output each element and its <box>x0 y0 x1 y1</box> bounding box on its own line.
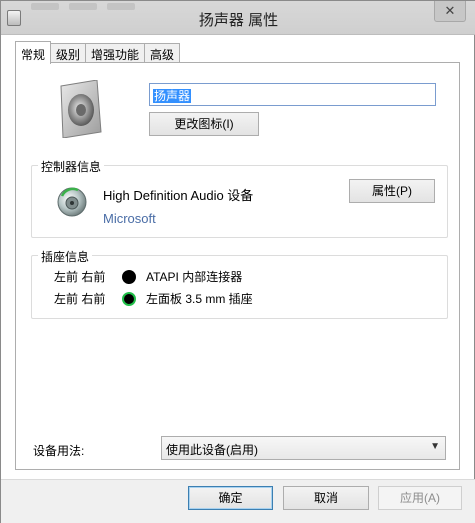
controller-properties-button[interactable]: 属性(P) <box>349 179 435 203</box>
device-name-value: 扬声器 <box>153 89 192 103</box>
tab-advanced[interactable]: 高级 <box>144 43 181 63</box>
jack-color-indicator <box>122 269 136 284</box>
title-bar: 扬声器 属性 ✕ <box>1 1 475 35</box>
jack-position: 左前 右前 <box>54 292 106 306</box>
window-title: 扬声器 属性 <box>198 12 279 29</box>
dialog-button-bar: 确定 取消 应用(A) <box>1 479 475 523</box>
jack-description: 左面板 3.5 mm 插座 <box>146 292 253 306</box>
jack-description: ATAPI 内部连接器 <box>146 270 243 284</box>
jack-row: 左前 右前 左面板 3.5 mm 插座 <box>54 290 253 307</box>
controller-info-group: 控制器信息 High Definition Audio 设备 Microsoft… <box>31 158 448 238</box>
apply-button[interactable]: 应用(A) <box>378 486 462 510</box>
device-usage-value: 使用此设备(启用) <box>166 443 258 457</box>
speaker-icon <box>60 80 102 138</box>
change-icon-button[interactable]: 更改图标(I) <box>149 112 259 136</box>
device-name-input[interactable]: 扬声器 <box>149 83 436 106</box>
tab-panel-general: 扬声器 更改图标(I) 控制器信息 High Definition Audio … <box>15 62 460 470</box>
properties-dialog: 扬声器 属性 ✕ 常规 级别 增强功能 高级 扬声器 更改图标(I) 控制器信息… <box>0 0 475 523</box>
tab-strip: 常规 级别 增强功能 高级 <box>15 41 181 64</box>
close-button[interactable]: ✕ <box>434 1 466 22</box>
device-usage-label: 设备用法: <box>33 444 85 458</box>
tab-general[interactable]: 常规 <box>15 41 52 64</box>
device-usage-select[interactable]: 使用此设备(启用) ▼ <box>161 436 446 460</box>
chevron-down-icon: ▼ <box>430 441 440 452</box>
jack-position: 左前 右前 <box>54 270 106 284</box>
controller-vendor: Microsoft <box>103 211 156 226</box>
audio-controller-icon <box>57 187 87 217</box>
ok-button[interactable]: 确定 <box>188 486 273 510</box>
close-icon: ✕ <box>444 3 456 18</box>
controller-info-title: 控制器信息 <box>38 158 105 175</box>
controller-name: High Definition Audio 设备 <box>103 188 254 203</box>
tab-levels[interactable]: 级别 <box>50 43 87 63</box>
jack-row: 左前 右前 ATAPI 内部连接器 <box>54 268 242 285</box>
jack-info-group: 插座信息 左前 右前 ATAPI 内部连接器 左前 右前 左面板 3.5 mm … <box>31 248 448 319</box>
tab-enhancements[interactable]: 增强功能 <box>85 43 146 63</box>
jack-info-title: 插座信息 <box>38 248 93 265</box>
cancel-button[interactable]: 取消 <box>283 486 369 510</box>
jack-color-indicator <box>122 291 136 306</box>
